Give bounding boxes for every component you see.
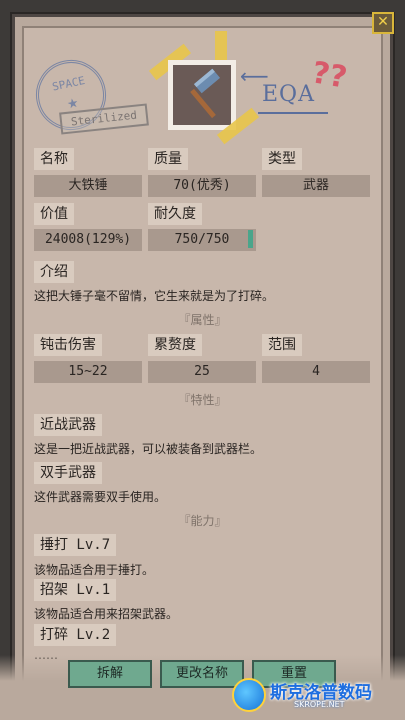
durability-label: 耐久度 [148,203,202,225]
blunt-damage-value: 15~22 [34,361,142,383]
type-label: 类型 [262,148,302,170]
watermark-sub: SKROPE.NET [294,700,345,709]
ability-label: 捶打 Lv.7 [34,534,117,556]
watermark-logo-icon [232,678,266,712]
eqa-annotation: EQA [262,82,315,107]
hammer-icon [190,68,221,119]
close-button[interactable]: ✕ [372,12,394,34]
quality-label: 质量 [148,148,188,170]
tape-decoration [215,31,227,61]
quality-value: 70(优秀) [148,175,256,197]
price-label: 价值 [34,203,74,225]
name-value: 大铁锤 [34,175,142,197]
trait-desc: 这件武器需要双手使用。 [34,490,167,504]
dismantle-button[interactable]: 拆解 [68,660,152,688]
intro-label: 介绍 [34,261,74,283]
watermark: 斯克洛普数码 SKROPE.NET [232,676,392,716]
question-marks: ?? [309,55,350,96]
ability-label: 打碎 Lv.2 [34,624,117,646]
ability-desc: 该物品适合用于捶打。 [34,563,155,577]
ability-desc: 该物品适合用来招架武器。 [34,607,179,621]
fatigue-label: 累赘度 [148,334,202,356]
attributes-header: 『属性』 [178,313,227,327]
fatigue-value: 25 [148,361,256,383]
price-value: 24008(129%) [34,229,142,251]
name-label: 名称 [34,148,74,170]
traits-header: 『特性』 [178,393,227,407]
range-value: 4 [262,361,370,383]
durability-value: 750/750 [148,229,256,251]
ability-label: 招架 Lv.1 [34,579,117,601]
durability-bar [248,230,253,248]
blunt-damage-label: 钝击伤害 [34,334,102,356]
type-value: 武器 [262,175,370,197]
abilities-header: 『能力』 [178,514,227,528]
item-portrait [168,60,236,130]
annotation-underline [258,112,328,114]
range-label: 范围 [262,334,302,356]
trait-desc: 这是一把近战武器，可以被装备到武器栏。 [34,442,263,456]
trait-label: 双手武器 [34,462,102,484]
trait-label: 近战武器 [34,414,102,436]
intro-text: 这把大锤子毫不留情，它生来就是为了打碎。 [34,289,275,303]
